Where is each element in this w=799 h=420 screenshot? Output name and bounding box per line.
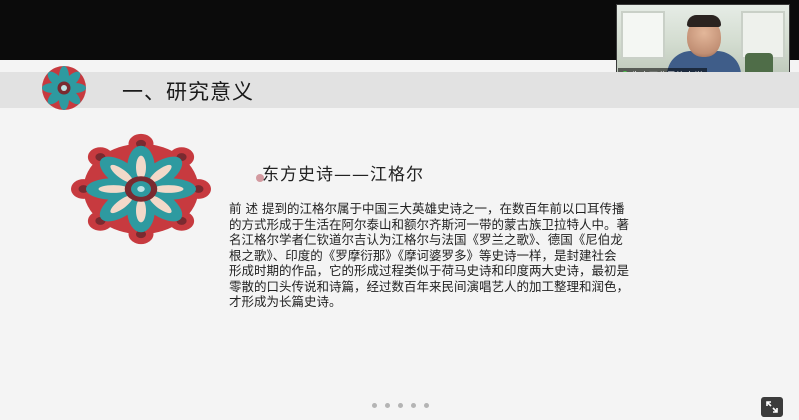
pager-dot[interactable] [411, 403, 416, 408]
pager-dot[interactable] [385, 403, 390, 408]
expand-icon [766, 401, 778, 413]
slide-header-band [0, 72, 799, 108]
body-line: 名江格尔学者仁钦道尔吉认为江格尔与法国《罗兰之歌》、德国《尼伯龙 [229, 232, 623, 247]
body-line: 形成时期的作品，它的形成过程类似于荷马史诗和印度两大史诗，最初是 [229, 263, 630, 278]
body-line: 零散的口头传说和诗篇，经过数百年来民间演唱艺人的加工整理和润色， [229, 278, 630, 294]
body-line: 根之歌》、印度的《罗摩衍那》《摩诃婆罗多》等史诗一样，是封建社会 [229, 247, 617, 263]
pager-dot[interactable] [424, 403, 429, 408]
slide-title: 一、研究意义 [122, 80, 254, 104]
body-line: 才形成为长篇史诗。 [229, 294, 342, 309]
header-mandala-icon [42, 66, 86, 110]
body-line: 前 述 提到的江格尔属于中国三大英雄史诗之一，在数百年前以口耳传播 [229, 201, 625, 216]
pager-dot[interactable] [372, 403, 377, 408]
pager-dot[interactable] [398, 403, 403, 408]
slide-pager [372, 403, 429, 408]
section-heading: 东方史诗——江格尔 [262, 165, 424, 185]
background-window [741, 11, 785, 59]
participant-hair [687, 15, 721, 27]
slide-body-text: 前 述 提到的江格尔属于中国三大英雄史诗之一，在数百年前以口耳传播 的方式形成于… [229, 201, 729, 310]
body-line: 的方式形成于生活在阿尔泰山和额尔齐斯河一带的蒙古族卫拉特人中。著 [229, 216, 630, 232]
mandala-ornament-icon [71, 133, 211, 245]
background-window [621, 11, 665, 59]
expand-button[interactable] [761, 397, 783, 417]
